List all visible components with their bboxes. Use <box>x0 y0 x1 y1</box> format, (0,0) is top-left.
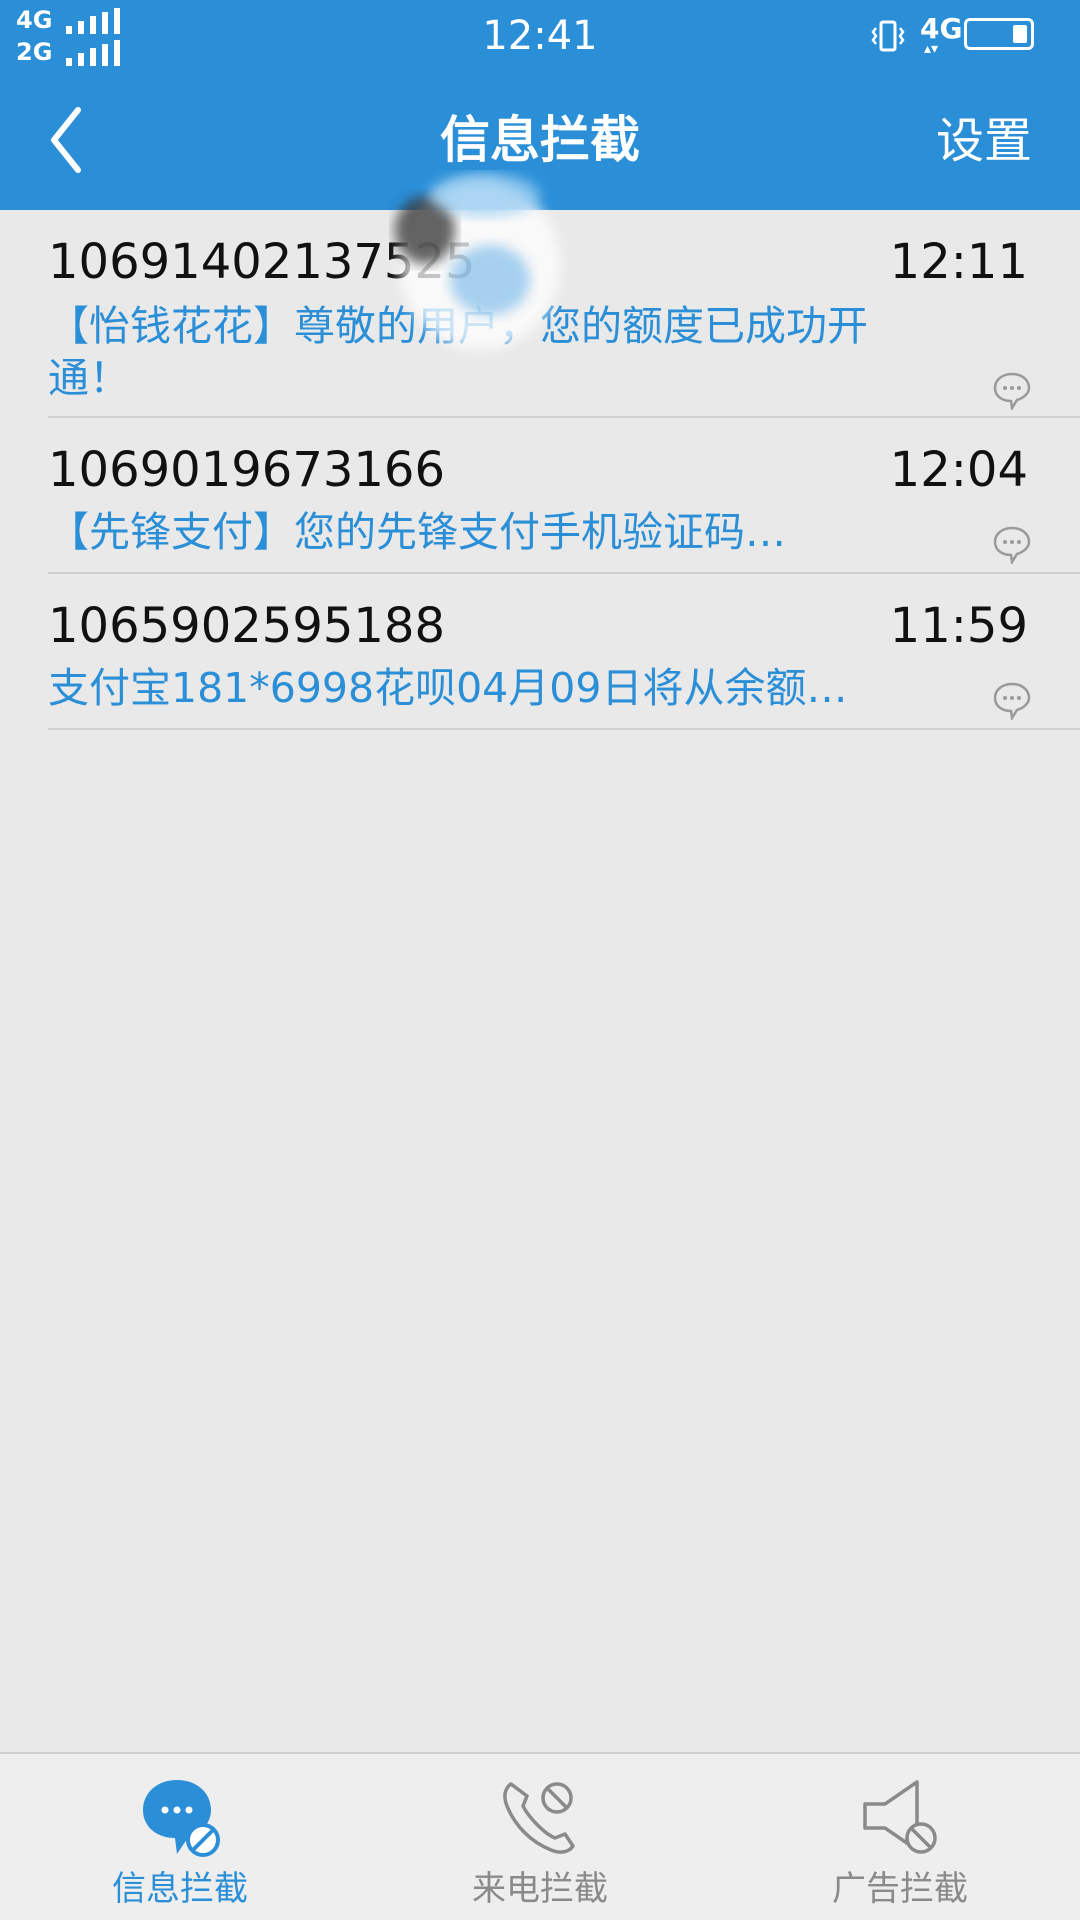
tab-call-block[interactable]: 来电拦截 <box>360 1754 720 1920</box>
status-right-icons: 4G ▴▾ <box>868 14 1058 58</box>
call-block-icon <box>503 1782 575 1854</box>
settings-button[interactable]: 设置 <box>936 106 1032 176</box>
status-time: 12:41 <box>482 13 598 59</box>
message-time: 12:11 <box>889 234 1028 290</box>
vibrate-icon <box>871 20 905 52</box>
signal-bars-icon <box>66 40 136 66</box>
chat-bubble-icon[interactable] <box>992 524 1032 564</box>
tab-label: 来电拦截 <box>472 1869 608 1909</box>
message-time: 11:59 <box>889 598 1028 654</box>
chevron-left-icon <box>51 107 81 173</box>
list-item[interactable]: 1065902595188 11:59 支付宝181*6998花呗04月09日将… <box>48 574 1080 730</box>
message-sender: 1065902595188 <box>48 598 446 654</box>
tab-label: 广告拦截 <box>832 1869 968 1909</box>
signal-indicators: 4G 2G <box>16 6 126 68</box>
message-time: 12:04 <box>889 442 1028 498</box>
message-block-icon <box>143 1780 220 1857</box>
battery-icon <box>964 18 1034 50</box>
list-item[interactable]: 1069019673166 12:04 【先锋支付】您的先锋支付手机验证码… <box>48 418 1080 574</box>
sim2-network-label: 2G <box>16 38 53 66</box>
status-bar: 4G 2G 12:41 4G ▴▾ <box>0 0 1080 72</box>
data-arrows-icon: ▴▾ <box>924 41 939 57</box>
tab-message-block[interactable]: 信息拦截 <box>0 1754 360 1920</box>
network-type-label: 4G <box>920 12 963 45</box>
sim2-signal: 2G <box>16 38 126 66</box>
signal-bars-icon <box>66 8 136 34</box>
top-bar: 4G 2G 12:41 4G ▴▾ 信息拦截 设置 <box>0 0 1080 210</box>
chat-bubble-icon[interactable] <box>992 680 1032 720</box>
sim1-signal: 4G <box>16 6 126 34</box>
list-item[interactable]: 10691402137525 12:11 【怡钱花花】尊敬的用户，您的额度已成功… <box>48 210 1080 418</box>
tab-label: 信息拦截 <box>112 1869 248 1909</box>
message-preview: 支付宝181*6998花呗04月09日将从余额… <box>48 664 848 712</box>
message-sender: 10691402137525 <box>48 234 476 290</box>
message-preview: 【怡钱花花】尊敬的用户，您的额度已成功开通！ <box>48 302 868 402</box>
chat-bubble-icon[interactable] <box>992 370 1032 410</box>
blocked-messages-list: 10691402137525 12:11 【怡钱花花】尊敬的用户，您的额度已成功… <box>0 210 1080 730</box>
ad-block-icon <box>863 1780 937 1854</box>
page-title: 信息拦截 <box>440 111 640 169</box>
message-sender: 1069019673166 <box>48 442 446 498</box>
nav-header: 信息拦截 设置 <box>0 72 1080 210</box>
message-preview: 【先锋支付】您的先锋支付手机验证码… <box>48 508 786 556</box>
tab-ad-block[interactable]: 广告拦截 <box>720 1754 1080 1920</box>
bottom-tab-bar: 信息拦截 来电拦截 广告拦截 <box>0 1752 1080 1920</box>
sim1-network-label: 4G <box>16 6 53 34</box>
back-button[interactable] <box>30 96 120 186</box>
